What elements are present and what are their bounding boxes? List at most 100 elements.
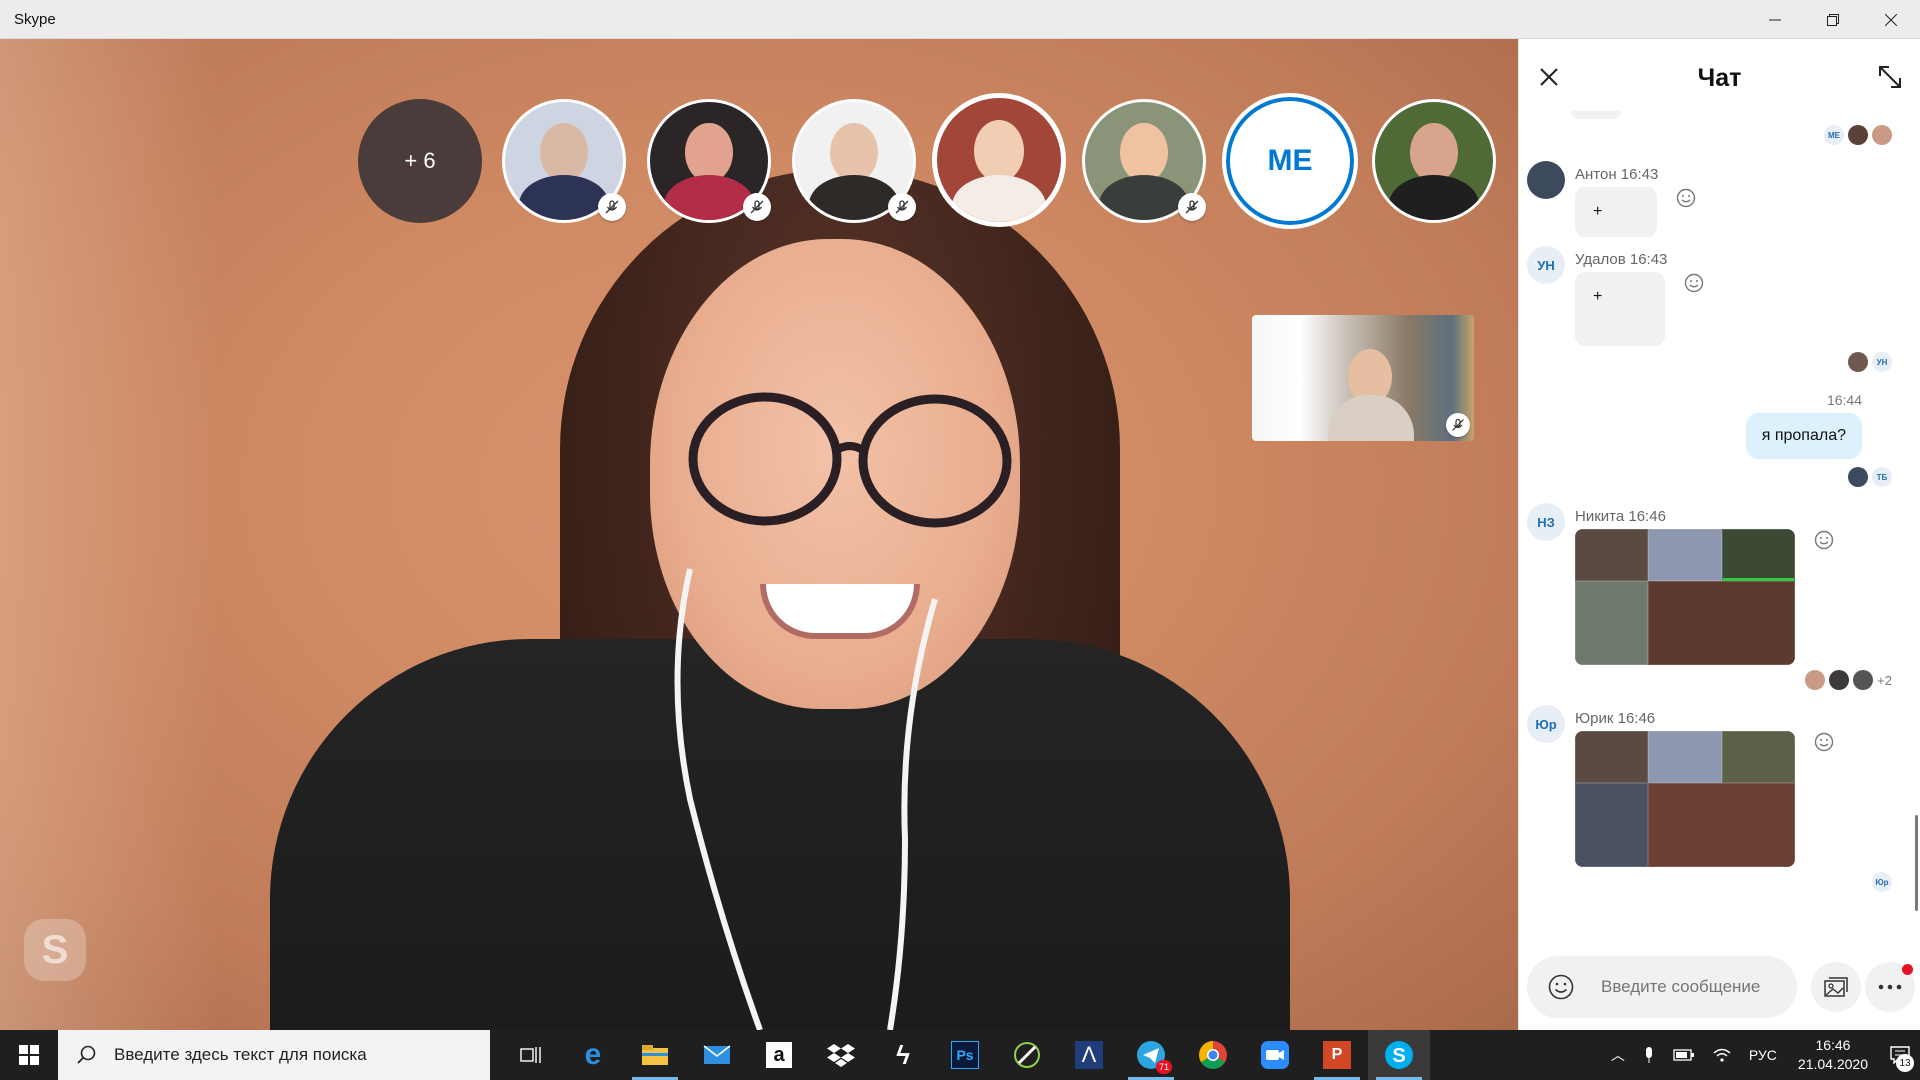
window-title: Skype — [14, 10, 56, 28]
mail-app[interactable] — [686, 1030, 748, 1080]
task-view-icon — [520, 1047, 541, 1063]
read-receipts: +2 — [1805, 670, 1892, 690]
participant-face — [685, 123, 733, 183]
chrome-app[interactable] — [1182, 1030, 1244, 1080]
add-reaction-icon[interactable] — [1675, 187, 1697, 209]
participant-torso — [664, 175, 754, 220]
message-time: 16:46 — [1617, 710, 1656, 727]
skype-app[interactable]: S — [1368, 1030, 1430, 1080]
read-receipt-avatar — [1805, 670, 1826, 690]
folder-icon — [642, 1045, 668, 1065]
battery-icon[interactable] — [1673, 1048, 1695, 1062]
message-composer — [1527, 956, 1797, 1018]
file-explorer-app[interactable] — [624, 1030, 686, 1080]
read-receipt-avatar: МЕ — [1824, 125, 1844, 145]
title-bar: Skype — [0, 0, 1920, 39]
main-video[interactable]: S + 6 ME — [0, 39, 1518, 1030]
sender-name: Антон — [1575, 166, 1617, 183]
chat-message[interactable]: + — [1575, 272, 1665, 346]
participant-face — [540, 123, 588, 183]
read-receipts: МЕ — [1824, 125, 1892, 145]
archicad-app[interactable]: Λ — [1058, 1030, 1120, 1080]
sender-avatar[interactable]: Юр — [1527, 705, 1565, 743]
taskbar-search[interactable]: Введите здесь текст для поиска — [58, 1030, 490, 1080]
add-reaction-icon[interactable] — [1813, 731, 1835, 753]
read-receipt-avatar — [1829, 670, 1850, 690]
message-time: 16:44 — [1826, 392, 1862, 408]
image-tile — [1575, 529, 1649, 582]
telegram-app[interactable]: 71 — [1120, 1030, 1182, 1080]
edge-icon: e — [584, 1038, 602, 1071]
winamp-app[interactable]: ϟ — [872, 1030, 934, 1080]
read-receipt-more: +2 — [1877, 672, 1892, 688]
chrome-icon — [1199, 1041, 1227, 1069]
search-icon — [77, 1045, 96, 1064]
add-reaction-icon[interactable] — [1813, 529, 1835, 551]
image-tile — [1575, 581, 1649, 665]
wifi-icon[interactable] — [1713, 1047, 1731, 1063]
clock[interactable]: 16:46 21.04.2020 — [1798, 1036, 1868, 1074]
self-view-video[interactable] — [1252, 315, 1474, 441]
edge-app[interactable]: e — [562, 1030, 624, 1080]
sender-name: Никита — [1575, 508, 1625, 525]
read-receipt-avatar: ТБ — [1872, 467, 1892, 487]
microphone-icon[interactable] — [1643, 1046, 1655, 1064]
sender-avatar[interactable]: УН — [1527, 246, 1565, 284]
sender-avatar[interactable]: НЗ — [1527, 503, 1565, 541]
read-receipt-avatar: УН — [1872, 352, 1892, 372]
input-language[interactable]: РУС — [1749, 1047, 1777, 1063]
previous-message-edge — [1571, 111, 1621, 119]
image-attachment[interactable] — [1575, 731, 1795, 867]
start-button[interactable] — [0, 1030, 58, 1080]
read-receipt-avatar — [1848, 467, 1868, 487]
restore-button[interactable] — [1804, 0, 1862, 39]
participant-torso — [1389, 175, 1479, 220]
participant-avatar-active-speaker[interactable] — [932, 93, 1066, 227]
sender-name: Юрик — [1575, 710, 1614, 727]
outgoing-message[interactable]: я пропала? — [1745, 413, 1862, 459]
dropbox-app[interactable] — [810, 1030, 872, 1080]
powerpoint-app[interactable]: P — [1306, 1030, 1368, 1080]
amazon-app[interactable]: a — [748, 1030, 810, 1080]
muted-mic-icon — [1178, 193, 1206, 221]
emoji-button[interactable] — [1539, 965, 1583, 1009]
more-options-button[interactable] — [1865, 962, 1915, 1012]
participant-torso — [951, 174, 1047, 222]
sender-initials: УН — [1537, 257, 1555, 273]
image-tile — [1575, 731, 1649, 784]
media-gallery-button[interactable] — [1811, 962, 1861, 1012]
action-center-button[interactable]: 13 — [1880, 1030, 1920, 1080]
participant-avatar[interactable] — [1372, 99, 1496, 223]
image-attachment[interactable] — [1575, 529, 1795, 665]
participant-torso — [809, 175, 899, 220]
chat-header: Чат — [1519, 39, 1920, 117]
chat-scrollbar[interactable] — [1915, 815, 1918, 911]
participant-torso — [519, 175, 609, 220]
participant-face — [1120, 123, 1168, 183]
more-participants-button[interactable]: + 6 — [358, 99, 482, 223]
chat-message[interactable]: + — [1575, 187, 1657, 237]
expand-icon[interactable] — [1876, 63, 1904, 91]
notification-count: 13 — [1896, 1054, 1914, 1072]
show-hidden-icons-icon[interactable]: ︿ — [1611, 1045, 1625, 1065]
message-input[interactable] — [1601, 977, 1781, 997]
xbox-app[interactable] — [996, 1030, 1058, 1080]
add-reaction-icon[interactable] — [1683, 272, 1705, 294]
minimize-button[interactable] — [1746, 0, 1804, 39]
close-window-button[interactable] — [1862, 0, 1920, 39]
dropbox-icon — [827, 1044, 855, 1067]
chat-title: Чат — [1697, 63, 1742, 92]
zoom-app[interactable] — [1244, 1030, 1306, 1080]
photoshop-app[interactable]: Ps — [934, 1030, 996, 1080]
muted-mic-icon — [743, 193, 771, 221]
message-sender: Удалов 16:43 — [1575, 251, 1667, 268]
sender-avatar[interactable] — [1527, 161, 1565, 199]
restore-icon — [1827, 13, 1839, 26]
close-chat-icon[interactable] — [1537, 65, 1561, 89]
my-avatar[interactable]: ME — [1222, 93, 1358, 229]
image-tile — [1721, 731, 1795, 784]
muted-mic-icon — [888, 193, 916, 221]
image-tile — [1721, 529, 1795, 582]
message-time: 16:43 — [1620, 166, 1659, 183]
task-view-button[interactable] — [500, 1030, 562, 1080]
